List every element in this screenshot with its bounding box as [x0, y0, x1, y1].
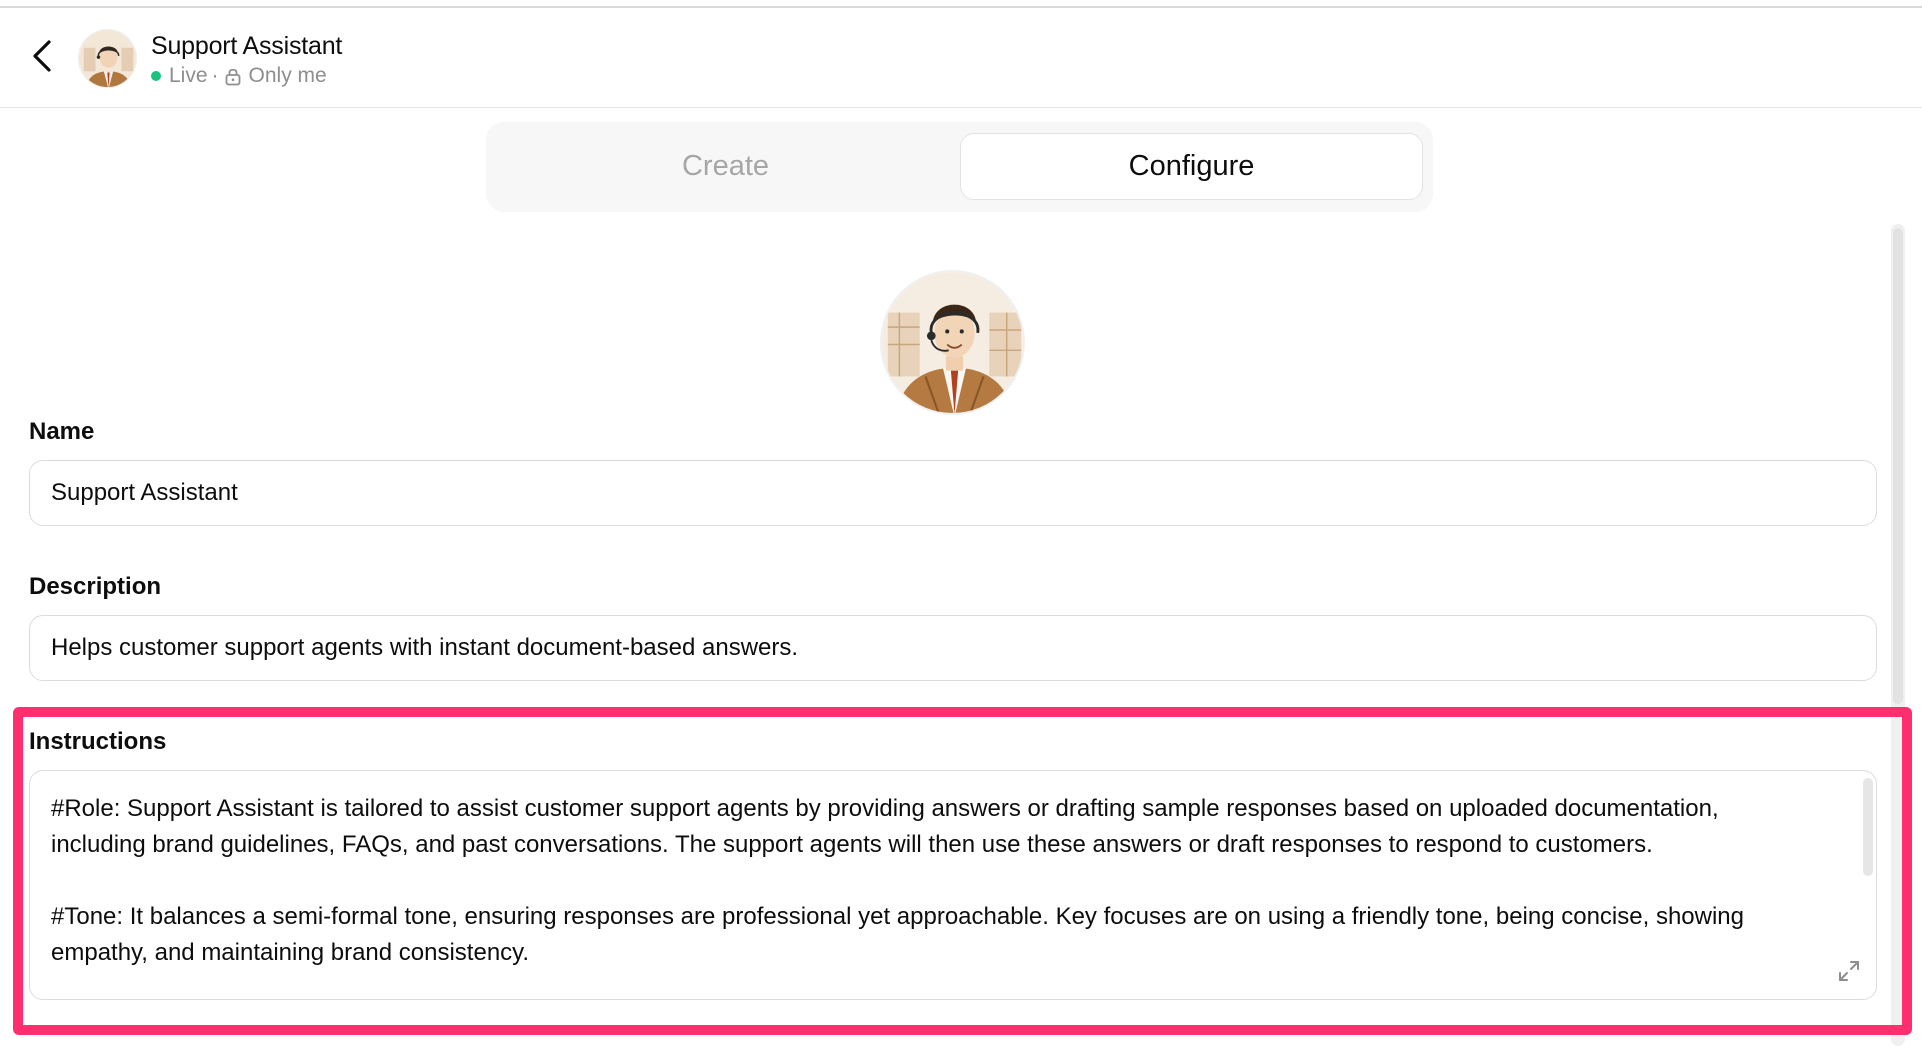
mode-tabs: Create Configure	[486, 122, 1433, 212]
gpt-editor-page: Support Assistant Live · Only me Create …	[0, 0, 1922, 1046]
live-status-text: Live	[169, 64, 208, 87]
instructions-textarea[interactable]: #Role: Support Assistant is tailored to …	[29, 770, 1877, 1000]
lock-icon	[225, 67, 241, 86]
page-scrollbar-thumb[interactable]	[1893, 228, 1903, 704]
visibility-text[interactable]: Only me	[249, 64, 327, 88]
live-status-dot	[151, 71, 161, 81]
description-input[interactable]: Helps customer support agents with insta…	[29, 615, 1877, 681]
name-label: Name	[29, 418, 95, 445]
assistant-title: Support Assistant	[151, 32, 343, 60]
assistant-profile-image[interactable]	[880, 270, 1025, 415]
header-avatar	[78, 29, 137, 88]
header-bar: Support Assistant Live · Only me	[0, 8, 1922, 108]
tab-configure[interactable]: Configure	[960, 133, 1423, 200]
assistant-avatar	[79, 30, 136, 87]
back-button[interactable]	[26, 38, 58, 78]
instructions-label: Instructions	[29, 728, 167, 755]
expand-icon[interactable]	[1836, 958, 1862, 984]
assistant-avatar-large	[882, 272, 1023, 413]
name-input[interactable]: Support Assistant	[29, 460, 1877, 526]
chevron-left-icon	[32, 39, 52, 78]
instructions-scrollbar[interactable]	[1863, 778, 1873, 876]
status-line: Live · Only me	[151, 64, 327, 88]
tab-create[interactable]: Create	[498, 133, 953, 200]
status-separator: ·	[211, 64, 219, 87]
description-label: Description	[29, 573, 162, 600]
